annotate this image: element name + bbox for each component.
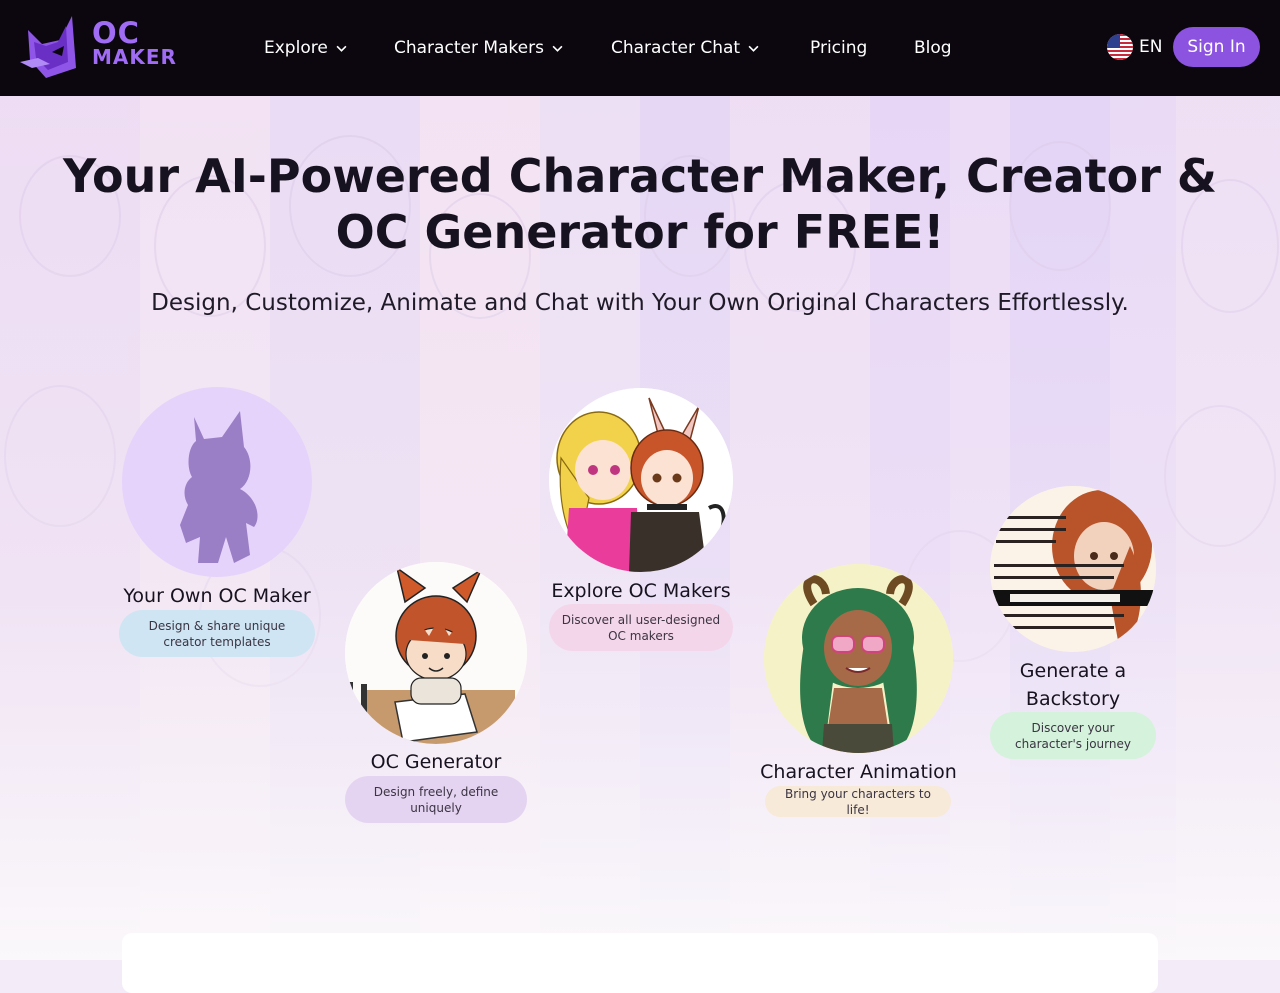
chevron-down-icon xyxy=(552,45,563,52)
hero-title: Your AI-Powered Character Maker, Creator… xyxy=(60,148,1220,260)
chevron-down-icon xyxy=(336,45,347,52)
nav-pricing-label: Pricing xyxy=(810,38,868,58)
feature-description-pill: Bring your characters to life! xyxy=(765,786,951,817)
feature-description-pill: Discover your character's journey xyxy=(990,712,1156,759)
sign-in-button[interactable]: Sign In xyxy=(1173,27,1260,67)
two-anime-girls-image xyxy=(549,388,733,572)
logo-text-top: OC xyxy=(92,16,140,50)
backstory-scroll-image xyxy=(990,486,1156,652)
nav-character-makers[interactable]: Character Makers xyxy=(394,34,563,62)
nav-blog[interactable]: Blog xyxy=(914,34,952,62)
language-label: EN xyxy=(1139,37,1163,57)
feature-title: Character Animation xyxy=(760,761,957,783)
feature-description-pill: Design & share unique creator templates xyxy=(119,610,315,657)
nav-blog-label: Blog xyxy=(914,38,952,58)
nav-explore[interactable]: Explore xyxy=(264,34,347,62)
green-hair-girl-image xyxy=(764,564,953,753)
feature-title: OC Generator xyxy=(370,751,502,773)
language-selector[interactable]: EN xyxy=(1107,33,1162,61)
cat-mask-logo-icon xyxy=(20,16,76,78)
logo-text: OC MAKER xyxy=(92,16,177,69)
hero-title-line1: Your AI-Powered Character Maker, Creator… xyxy=(62,149,1218,203)
feature-description-pill: Discover all user-designed OC makers xyxy=(549,604,733,651)
logo-text-bottom: MAKER xyxy=(92,45,177,69)
oc-maker-logo[interactable]: OC MAKER xyxy=(20,16,180,80)
fox-kid-drawing-image xyxy=(345,562,527,744)
content-panel xyxy=(122,933,1158,993)
hero-title-line2: OC Generator for FREE! xyxy=(335,205,945,259)
silhouette-icon xyxy=(122,387,312,577)
nav-explore-label: Explore xyxy=(264,38,328,58)
nav-character-chat-label: Character Chat xyxy=(611,38,741,58)
nav-pricing[interactable]: Pricing xyxy=(810,34,867,62)
us-flag-icon xyxy=(1107,34,1133,60)
chevron-down-icon xyxy=(748,45,759,52)
feature-description-pill: Design freely, define uniquely xyxy=(345,776,527,823)
feature-title: Explore OC Makers xyxy=(551,580,731,602)
nav-character-makers-label: Character Makers xyxy=(394,38,544,58)
nav-character-chat[interactable]: Character Chat xyxy=(611,34,759,62)
top-navbar: OC MAKER Explore Character Makers Charac… xyxy=(0,0,1280,96)
feature-title: Generate a Backstory xyxy=(1019,660,1127,710)
hero-subtitle: Design, Customize, Animate and Chat with… xyxy=(151,290,1129,316)
feature-title: Your Own OC Maker xyxy=(123,585,311,607)
